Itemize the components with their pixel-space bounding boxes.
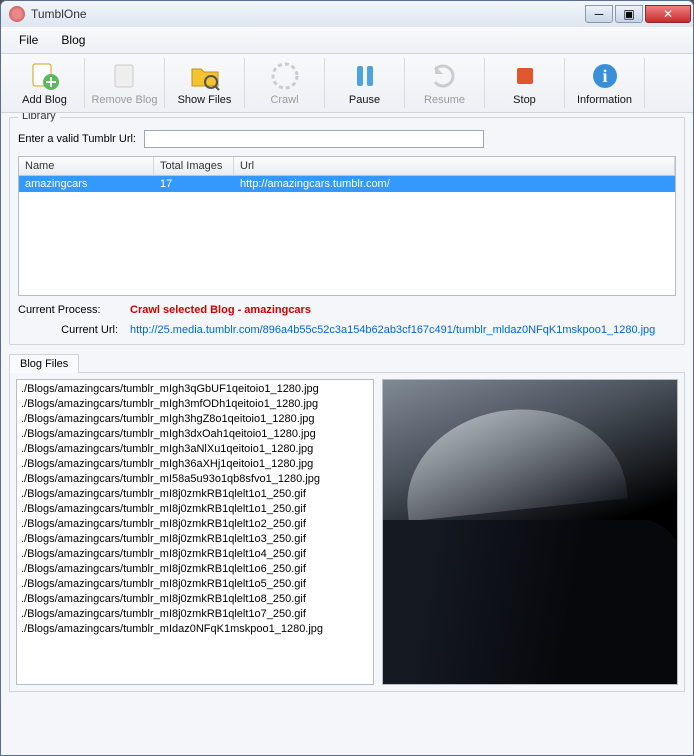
tab-blog-files[interactable]: Blog Files <box>9 354 79 373</box>
list-item[interactable]: ./Blogs/amazingcars/tumblr_mIgh3qGbUF1qe… <box>21 382 369 397</box>
image-preview <box>382 379 678 685</box>
library-title: Library <box>18 113 60 122</box>
col-total[interactable]: Total Images <box>154 157 234 175</box>
content-area: Library Enter a valid Tumblr Url: Name T… <box>1 113 693 755</box>
current-url-value: http://25.media.tumblr.com/896a4b55c52c3… <box>130 324 655 336</box>
stop-button[interactable]: Stop <box>485 58 565 108</box>
crawl-icon <box>269 60 301 92</box>
table-row[interactable]: amazingcars 17 http://amazingcars.tumblr… <box>19 176 675 192</box>
titlebar[interactable]: TumblOne ─ ▣ ✕ <box>1 1 693 27</box>
pause-button[interactable]: Pause <box>325 58 405 108</box>
show-files-button[interactable]: Show Files <box>165 58 245 108</box>
app-icon <box>9 6 25 22</box>
url-input[interactable] <box>144 130 484 148</box>
list-item[interactable]: ./Blogs/amazingcars/tumblr_mIgh3aNlXu1qe… <box>21 442 369 457</box>
add-blog-button[interactable]: Add Blog <box>5 58 85 108</box>
list-item[interactable]: ./Blogs/amazingcars/tumblr_mIgh3hgZ8o1qe… <box>21 412 369 427</box>
svg-text:i: i <box>602 66 607 86</box>
information-button[interactable]: i Information <box>565 58 645 108</box>
menubar: File Blog <box>1 27 693 54</box>
remove-blog-icon <box>109 60 141 92</box>
list-item[interactable]: ./Blogs/amazingcars/tumblr_mI58a5u93o1qb… <box>21 472 369 487</box>
resume-button: Resume <box>405 58 485 108</box>
list-item[interactable]: ./Blogs/amazingcars/tumblr_mI8j0zmkRB1ql… <box>21 487 369 502</box>
current-process-label: Current Process: <box>18 304 118 316</box>
list-item[interactable]: ./Blogs/amazingcars/tumblr_mIgh36aXHj1qe… <box>21 457 369 472</box>
stop-icon <box>509 60 541 92</box>
maximize-button[interactable]: ▣ <box>615 5 643 23</box>
current-process-value: Crawl selected Blog - amazingcars <box>130 304 311 316</box>
car-image <box>383 380 677 684</box>
library-group: Library Enter a valid Tumblr Url: Name T… <box>9 117 685 345</box>
list-item[interactable]: ./Blogs/amazingcars/tumblr_mI8j0zmkRB1ql… <box>21 517 369 532</box>
col-name[interactable]: Name <box>19 157 154 175</box>
toolbar: Add Blog Remove Blog Show Files Crawl Pa… <box>1 54 693 113</box>
show-files-icon <box>189 60 221 92</box>
tabs: Blog Files ./Blogs/amazingcars/tumblr_mI… <box>9 353 685 692</box>
menu-blog[interactable]: Blog <box>51 29 95 51</box>
app-window: TumblOne ─ ▣ ✕ File Blog Add Blog Remove… <box>0 0 694 756</box>
list-item[interactable]: ./Blogs/amazingcars/tumblr_mI8j0zmkRB1ql… <box>21 607 369 622</box>
list-item[interactable]: ./Blogs/amazingcars/tumblr_mI8j0zmkRB1ql… <box>21 592 369 607</box>
current-url-label: Current Url: <box>18 324 118 336</box>
close-button[interactable]: ✕ <box>645 5 691 23</box>
list-item[interactable]: ./Blogs/amazingcars/tumblr_mIdaz0NFqK1ms… <box>21 622 369 637</box>
file-list[interactable]: ./Blogs/amazingcars/tumblr_mIgh3qGbUF1qe… <box>16 379 374 685</box>
list-item[interactable]: ./Blogs/amazingcars/tumblr_mI8j0zmkRB1ql… <box>21 562 369 577</box>
resume-icon <box>429 60 461 92</box>
minimize-button[interactable]: ─ <box>585 5 613 23</box>
url-label: Enter a valid Tumblr Url: <box>18 133 136 145</box>
window-title: TumblOne <box>31 7 87 21</box>
list-item[interactable]: ./Blogs/amazingcars/tumblr_mI8j0zmkRB1ql… <box>21 577 369 592</box>
list-item[interactable]: ./Blogs/amazingcars/tumblr_mI8j0zmkRB1ql… <box>21 502 369 517</box>
list-item[interactable]: ./Blogs/amazingcars/tumblr_mIgh3dxOah1qe… <box>21 427 369 442</box>
list-item[interactable]: ./Blogs/amazingcars/tumblr_mI8j0zmkRB1ql… <box>21 547 369 562</box>
list-item[interactable]: ./Blogs/amazingcars/tumblr_mIgh3mfODh1qe… <box>21 397 369 412</box>
col-url[interactable]: Url <box>234 157 675 175</box>
remove-blog-button: Remove Blog <box>85 58 165 108</box>
list-item[interactable]: ./Blogs/amazingcars/tumblr_mI8j0zmkRB1ql… <box>21 532 369 547</box>
crawl-button: Crawl <box>245 58 325 108</box>
blog-table[interactable]: Name Total Images Url amazingcars 17 htt… <box>18 156 676 296</box>
menu-file[interactable]: File <box>9 29 48 51</box>
pause-icon <box>349 60 381 92</box>
add-blog-icon <box>29 60 61 92</box>
information-icon: i <box>589 60 621 92</box>
